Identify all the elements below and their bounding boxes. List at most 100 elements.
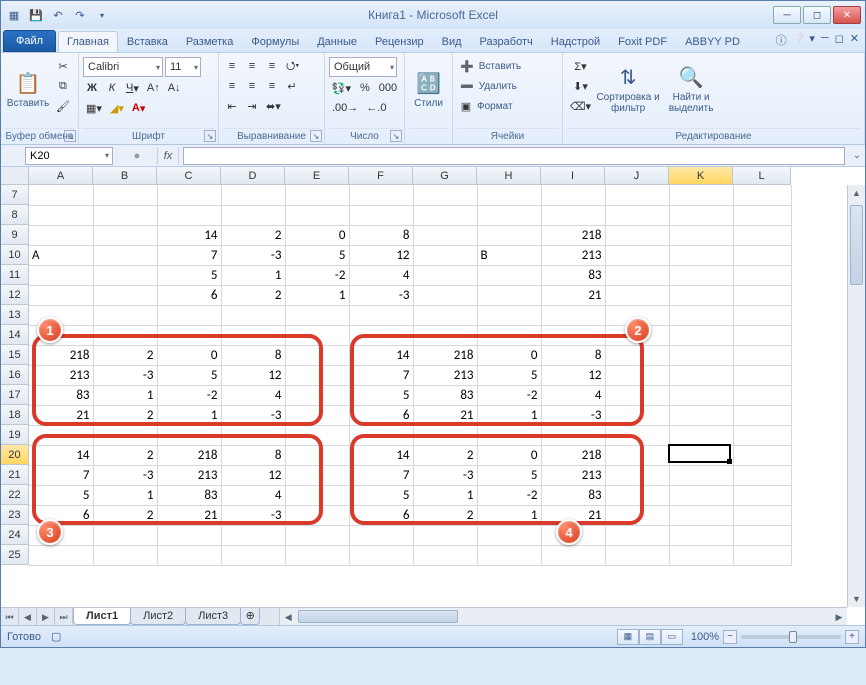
row-header-12[interactable]: 12 [1, 285, 29, 305]
cell-K20[interactable] [669, 445, 733, 465]
vertical-scrollbar[interactable]: ▲ ▼ [847, 185, 865, 607]
cell-K16[interactable] [669, 365, 733, 385]
cell-I20[interactable]: 218 [541, 445, 605, 465]
normal-view-button[interactable]: ▦ [617, 629, 639, 645]
cell-B11[interactable] [93, 265, 157, 285]
redo-icon[interactable]: ↷ [71, 6, 89, 24]
sheet-nav[interactable]: ⏮ ◀ ▶ ⏭ [1, 608, 73, 625]
cell-K23[interactable] [669, 505, 733, 525]
cell-D17[interactable]: 4 [221, 385, 285, 405]
cell-C13[interactable] [157, 305, 221, 325]
align-top-icon[interactable]: ≡ [223, 57, 241, 75]
cell-F25[interactable] [349, 545, 413, 565]
cell-C11[interactable]: 5 [157, 265, 221, 285]
vscroll-thumb[interactable] [850, 205, 863, 285]
cell-E14[interactable] [285, 325, 349, 345]
cell-E10[interactable]: 5 [285, 245, 349, 265]
cell-A23[interactable]: 6 [29, 505, 93, 525]
row-header-20[interactable]: 20 [1, 445, 29, 465]
cell-D10[interactable]: -3 [221, 245, 285, 265]
cell-J15[interactable] [605, 345, 669, 365]
fx-icon[interactable]: fx [157, 147, 179, 165]
cell-E13[interactable] [285, 305, 349, 325]
qat-more-icon[interactable]: ▾ [93, 6, 111, 24]
font-color-button[interactable]: A▾ [129, 99, 148, 117]
ribbon-tab-10[interactable]: ABBYY PD [676, 31, 749, 52]
cell-H11[interactable] [477, 265, 541, 285]
cell-K25[interactable] [669, 545, 733, 565]
cell-E7[interactable] [285, 185, 349, 205]
row-header-25[interactable]: 25 [1, 545, 29, 565]
col-header-C[interactable]: C [157, 167, 221, 185]
cell-D7[interactable] [221, 185, 285, 205]
cell-F8[interactable] [349, 205, 413, 225]
wb-restore-icon[interactable]: ◻ [835, 32, 844, 48]
cell-K12[interactable] [669, 285, 733, 305]
cell-H22[interactable]: -2 [477, 485, 541, 505]
align-middle-icon[interactable]: ≡ [243, 57, 261, 75]
cell-J11[interactable] [605, 265, 669, 285]
col-header-A[interactable]: A [29, 167, 93, 185]
cell-D19[interactable] [221, 425, 285, 445]
cell-C24[interactable] [157, 525, 221, 545]
cell-L16[interactable] [733, 365, 791, 385]
cell-L25[interactable] [733, 545, 791, 565]
cell-H14[interactable] [477, 325, 541, 345]
ribbon-tab-2[interactable]: Разметка [177, 31, 243, 52]
cell-C16[interactable]: 5 [157, 365, 221, 385]
align-right-icon[interactable]: ≡ [263, 77, 281, 95]
cell-K10[interactable] [669, 245, 733, 265]
cell-F13[interactable] [349, 305, 413, 325]
cell-E9[interactable]: 0 [285, 225, 349, 245]
zoom-out-button[interactable]: − [723, 630, 737, 644]
format-painter-icon[interactable]: 🖌 [53, 97, 73, 115]
currency-icon[interactable]: 💱▾ [329, 79, 354, 97]
cell-I10[interactable]: 213 [541, 245, 605, 265]
paste-button[interactable]: 📋 Вставить [5, 57, 51, 123]
cell-L14[interactable] [733, 325, 791, 345]
scroll-right-icon[interactable]: ▶ [831, 608, 847, 625]
row-header-22[interactable]: 22 [1, 485, 29, 505]
cell-C20[interactable]: 218 [157, 445, 221, 465]
cell-L22[interactable] [733, 485, 791, 505]
find-select-button[interactable]: 🔍 Найти и выделить [662, 57, 720, 123]
inc-decimal-icon[interactable]: .00→ [329, 99, 361, 117]
cell-L13[interactable] [733, 305, 791, 325]
cell-F12[interactable]: -3 [349, 285, 413, 305]
page-layout-button[interactable]: ▤ [639, 629, 661, 645]
cell-G19[interactable] [413, 425, 477, 445]
cell-F14[interactable] [349, 325, 413, 345]
row-header-21[interactable]: 21 [1, 465, 29, 485]
cell-J19[interactable] [605, 425, 669, 445]
font-name-combo[interactable]: Calibri [83, 57, 163, 77]
clear-icon[interactable]: ⌫▾ [567, 97, 594, 115]
cell-L21[interactable] [733, 465, 791, 485]
col-header-D[interactable]: D [221, 167, 285, 185]
cell-B17[interactable]: 1 [93, 385, 157, 405]
page-break-button[interactable]: ▭ [661, 629, 683, 645]
cell-H13[interactable] [477, 305, 541, 325]
cell-D15[interactable]: 8 [221, 345, 285, 365]
sheet-tab-1[interactable]: Лист2 [130, 608, 186, 625]
cell-G23[interactable]: 2 [413, 505, 477, 525]
cell-A8[interactable] [29, 205, 93, 225]
cell-H8[interactable] [477, 205, 541, 225]
font-size-combo[interactable]: 11 [165, 57, 201, 77]
cell-D23[interactable]: -3 [221, 505, 285, 525]
format-cells-icon[interactable]: ▣ [457, 97, 475, 115]
col-header-E[interactable]: E [285, 167, 349, 185]
cell-H23[interactable]: 1 [477, 505, 541, 525]
cell-G9[interactable] [413, 225, 477, 245]
cell-B21[interactable]: -3 [93, 465, 157, 485]
cell-H21[interactable]: 5 [477, 465, 541, 485]
row-header-11[interactable]: 11 [1, 265, 29, 285]
ribbon-tab-7[interactable]: Разработч [471, 31, 542, 52]
zoom-in-button[interactable]: + [845, 630, 859, 644]
cell-D11[interactable]: 1 [221, 265, 285, 285]
format-cells-label[interactable]: Формат [477, 101, 513, 112]
cell-B24[interactable] [93, 525, 157, 545]
row-header-23[interactable]: 23 [1, 505, 29, 525]
cell-G17[interactable]: 83 [413, 385, 477, 405]
ribbon-tab-0[interactable]: Главная [58, 31, 118, 52]
ribbon-tab-5[interactable]: Рецензир [366, 31, 433, 52]
